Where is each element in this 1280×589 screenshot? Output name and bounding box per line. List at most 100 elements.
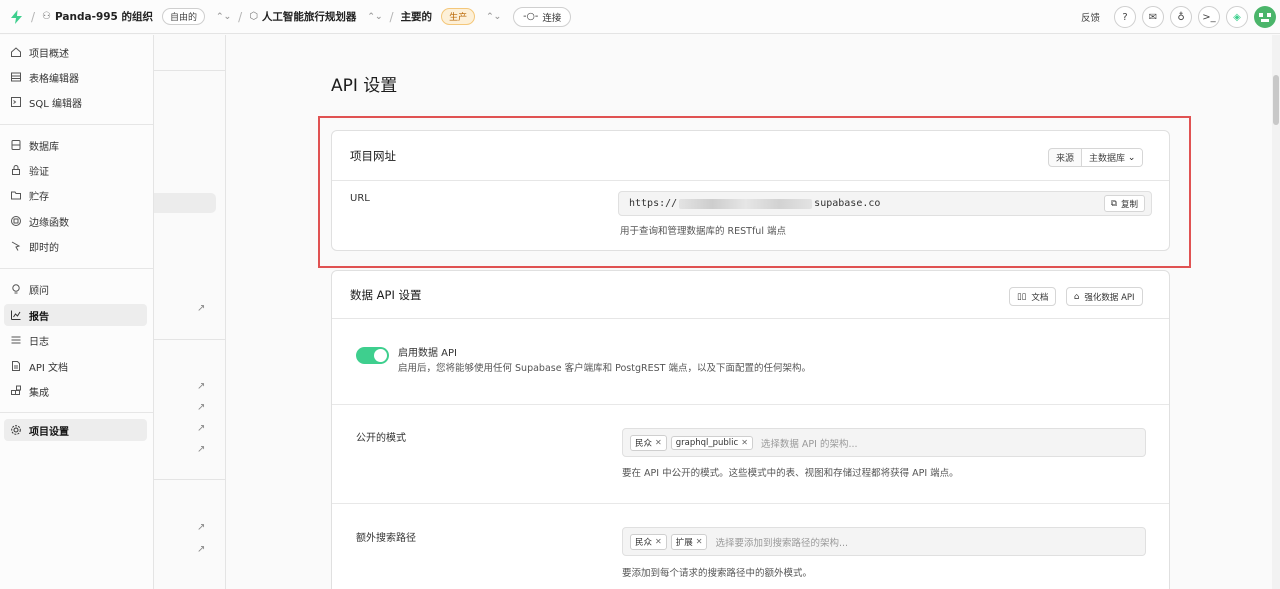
sidebar-item-table-editor[interactable]: 表格编辑器	[4, 66, 147, 88]
document-icon	[9, 359, 23, 373]
breadcrumb-separator: /	[31, 9, 36, 24]
sidebar-item-label: 日志	[29, 336, 49, 348]
cursor-icon	[9, 239, 23, 253]
sidebar-item-label: SQL 编辑器	[29, 98, 82, 110]
lightbulb-icon[interactable]: ♁	[1170, 6, 1192, 28]
project-breadcrumb[interactable]: ⬡ 人工智能旅行规划器 ⌃⌄	[249, 9, 382, 24]
exposed-schemas-select[interactable]: 民众 ✕ graphql_public ✕ 选择数据 API 的架构...	[622, 428, 1146, 457]
book-icon: ▯▯	[1017, 291, 1027, 302]
breadcrumb-separator: /	[238, 9, 243, 24]
sidebar-item-label: API 文档	[29, 362, 68, 374]
database-icon	[9, 138, 23, 152]
sidebar-item-project-settings[interactable]: 项目设置	[4, 419, 147, 441]
assistant-icon[interactable]: ◈	[1226, 6, 1248, 28]
tag-label: 民众	[635, 438, 653, 449]
feedback-button[interactable]: 反馈	[1081, 10, 1100, 24]
external-link-icon[interactable]: ↗	[197, 402, 205, 413]
external-link-icon[interactable]: ↗	[197, 303, 205, 314]
sidebar-item-label: 项目设置	[29, 426, 69, 438]
sidebar-item-project-overview[interactable]: 项目概述	[4, 41, 147, 63]
box-icon: ⬡	[249, 11, 258, 22]
branch-env-badge: 生产	[441, 8, 476, 25]
topbar-actions: 反馈 ? ✉ ♁ >_ ◈	[1081, 0, 1280, 34]
avatar[interactable]	[1254, 6, 1276, 28]
top-bar: / ⚇ Panda-995 的组织 自由的 ⌃⌄ / ⬡ 人工智能旅行规划器 ⌃…	[0, 0, 1280, 34]
extra-search-path-label: 额外搜索路径	[356, 533, 416, 544]
harden-label: 强化数据 API	[1084, 292, 1135, 303]
sidebar-item-label: 报告	[29, 311, 49, 323]
folder-icon	[9, 188, 23, 202]
close-icon[interactable]: ✕	[741, 438, 748, 447]
branch-breadcrumb[interactable]: 主要的 生产 ⌃⌄	[400, 8, 501, 25]
docs-button[interactable]: ▯▯ 文档	[1009, 287, 1057, 306]
sidebar-item-integrations[interactable]: 集成	[4, 380, 147, 402]
sidebar-divider	[0, 268, 153, 269]
sidebar-item-sql-editor[interactable]: SQL 编辑器	[4, 91, 147, 113]
sidebar-divider	[0, 412, 153, 413]
main-content: API 设置 项目网址 来源 主数据库 ⌄ URL https:// supab…	[227, 35, 1280, 589]
sidebar-item-database[interactable]: 数据库	[4, 134, 147, 156]
chevron-updown-icon[interactable]: ⌃⌄	[216, 12, 231, 22]
sidebar-item-reports[interactable]: 报告	[4, 304, 147, 326]
enable-data-api-toggle[interactable]	[356, 347, 389, 364]
table-icon	[9, 70, 23, 84]
subnav-selected-item[interactable]	[154, 193, 216, 213]
supabase-logo-icon[interactable]	[8, 9, 24, 25]
list-icon	[9, 333, 23, 347]
schema-tag[interactable]: 扩展 ✕	[670, 533, 708, 550]
scrollbar[interactable]	[1272, 35, 1280, 589]
external-link-icon[interactable]: ↗	[197, 522, 205, 533]
schema-tag[interactable]: 民众 ✕	[630, 434, 667, 451]
external-link-icon[interactable]: ↗	[197, 423, 205, 434]
plug-icon: -○-	[523, 11, 539, 22]
sidebar-item-edge-functions[interactable]: 边缘函数	[4, 210, 147, 232]
card-title: 数据 API 设置	[350, 288, 422, 302]
schema-tag[interactable]: graphql_public ✕	[670, 435, 753, 450]
sidebar-item-label: 验证	[29, 166, 49, 178]
close-icon[interactable]: ✕	[696, 537, 703, 546]
sidebar-item-label: 项目概述	[29, 48, 69, 60]
home-icon	[9, 45, 23, 59]
chevron-updown-icon[interactable]: ⌃⌄	[367, 12, 382, 22]
sidebar-item-api-docs[interactable]: API 文档	[4, 355, 147, 377]
sidebar-item-auth[interactable]: 验证	[4, 159, 147, 181]
enable-label: 启用数据 API	[398, 348, 457, 359]
branch-name: 主要的	[400, 11, 433, 23]
org-breadcrumb[interactable]: ⚇ Panda-995 的组织 自由的 ⌃⌄	[42, 8, 231, 25]
scrollbar-thumb[interactable]	[1273, 75, 1279, 125]
breadcrumb-separator: /	[389, 9, 394, 24]
row-divider	[332, 404, 1169, 405]
external-link-icon[interactable]: ↗	[197, 381, 205, 392]
external-link-icon[interactable]: ↗	[197, 544, 205, 555]
connect-button[interactable]: -○- 连接	[513, 6, 572, 27]
terminal-icon	[9, 95, 23, 109]
sidebar-divider	[0, 124, 153, 125]
extra-search-path-select[interactable]: 民众 ✕ 扩展 ✕ 选择要添加到搜索路径的架构...	[622, 527, 1146, 556]
sidebar-item-label: 顾问	[29, 285, 49, 297]
exposed-schemas-hint: 要在 API 中公开的模式。这些模式中的表、视图和存储过程都将获得 API 端点…	[622, 468, 959, 479]
help-icon[interactable]: ?	[1114, 6, 1136, 28]
sidebar-item-label: 贮存	[29, 191, 49, 203]
data-api-card: 数据 API 设置 ▯▯ 文档 ⌂ 强化数据 API 启用数据 API 启用后，…	[331, 270, 1170, 589]
external-link-icon[interactable]: ↗	[197, 444, 205, 455]
schema-tag[interactable]: 民众 ✕	[630, 533, 667, 550]
close-icon[interactable]: ✕	[655, 537, 662, 546]
sidebar-item-storage[interactable]: 贮存	[4, 184, 147, 206]
project-name: 人工智能旅行规划器	[261, 11, 357, 23]
close-icon[interactable]: ✕	[655, 438, 662, 447]
sidebar-item-realtime[interactable]: 即时的	[4, 235, 147, 257]
lock-icon: ⌂	[1074, 291, 1080, 302]
inbox-icon[interactable]: ✉	[1142, 6, 1164, 28]
sidebar: 项目概述 表格编辑器 SQL 编辑器 数据库 验证 贮存 边缘函数 即时的 顾问…	[0, 35, 154, 589]
tag-label: 民众	[635, 537, 653, 548]
harden-data-api-button[interactable]: ⌂ 强化数据 API	[1066, 287, 1143, 306]
org-name: Panda-995 的组织	[55, 11, 154, 23]
terminal-icon[interactable]: >_	[1198, 6, 1220, 28]
sidebar-item-logs[interactable]: 日志	[4, 329, 147, 351]
sidebar-item-label: 边缘函数	[29, 217, 69, 229]
sidebar-item-label: 表格编辑器	[29, 73, 79, 85]
subnav-divider	[154, 70, 225, 71]
row-divider	[332, 503, 1169, 504]
chevron-updown-icon[interactable]: ⌃⌄	[486, 12, 501, 22]
sidebar-item-advisors[interactable]: 顾问	[4, 278, 147, 300]
